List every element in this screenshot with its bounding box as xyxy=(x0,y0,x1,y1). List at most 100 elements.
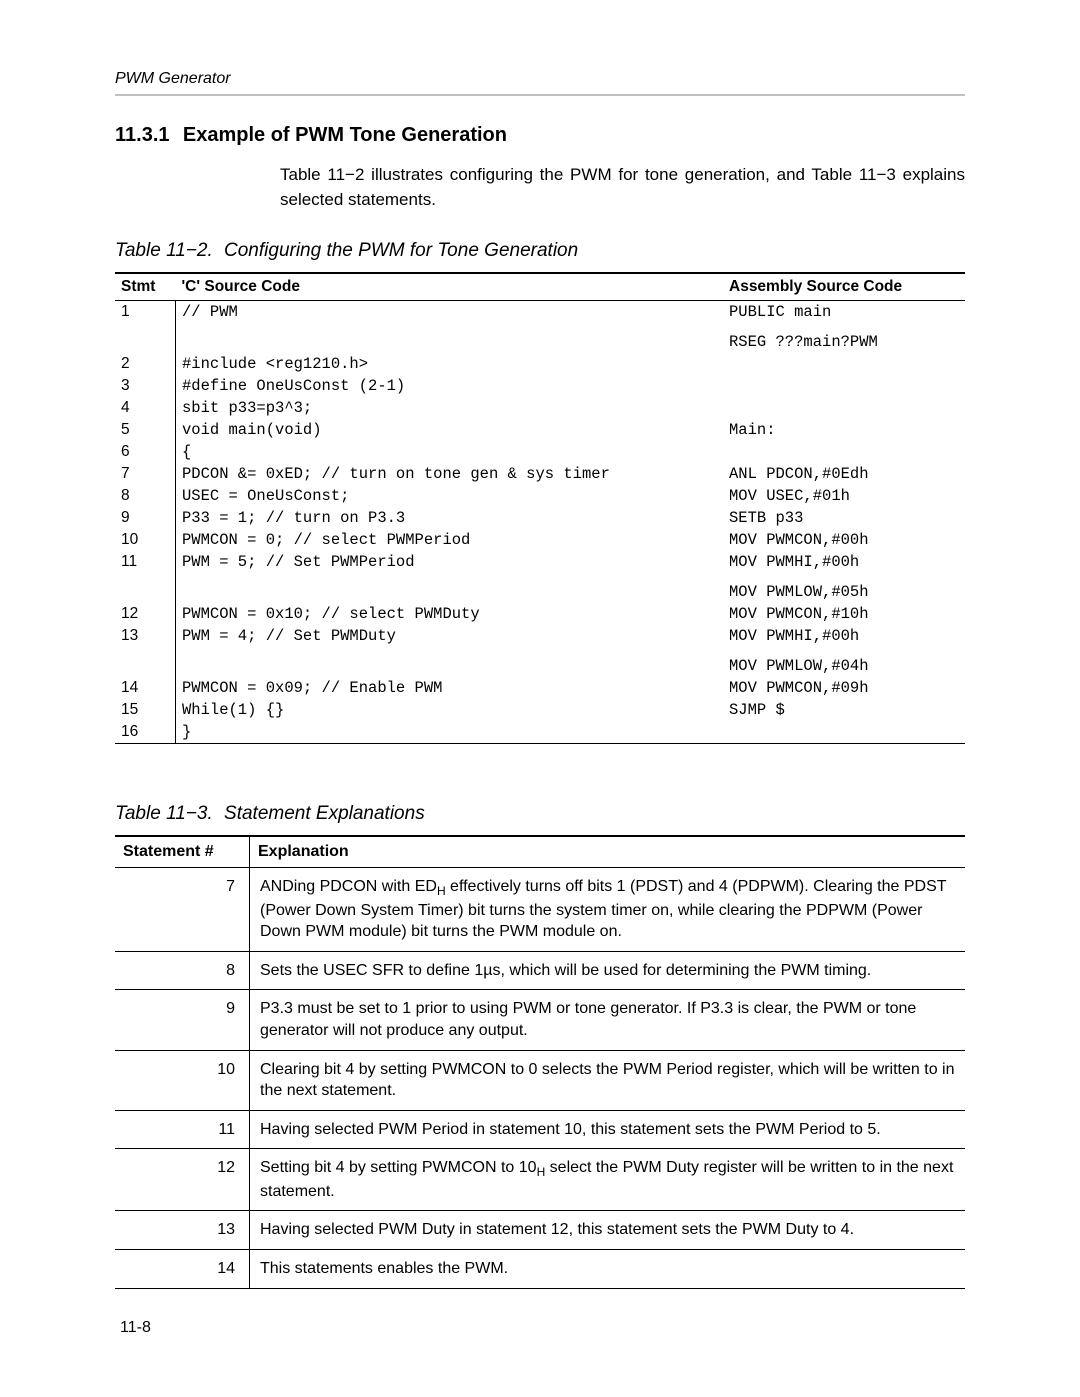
code-stmt: 15 xyxy=(115,699,176,721)
code-c-source: PWM = 4; // Set PWMDuty xyxy=(176,625,724,647)
explanation-text: Sets the USEC SFR to define 1µs, which w… xyxy=(250,951,966,990)
code-c-source: USEC = OneUsConst; xyxy=(176,485,724,507)
page-number: 11-8 xyxy=(120,1319,151,1337)
code-c-source: PWMCON = 0x10; // select PWMDuty xyxy=(176,603,724,625)
code-row: 13PWM = 4; // Set PWMDutyMOV PWMHI,#00h xyxy=(115,625,965,647)
code-assembly xyxy=(723,353,965,375)
code-stmt: 6 xyxy=(115,441,176,463)
section-number: 11.3.1 xyxy=(115,124,170,146)
code-row: 7PDCON &= 0xED; // turn on tone gen & sy… xyxy=(115,463,965,485)
explanation-number: 10 xyxy=(115,1050,250,1110)
code-row: 9P33 = 1; // turn on P3.3SETB p33 xyxy=(115,507,965,529)
explanation-row: 12Setting bit 4 by setting PWMCON to 10H… xyxy=(115,1149,965,1211)
explanation-text: ANDing PDCON with EDH effectively turns … xyxy=(250,868,966,952)
code-stmt: 9 xyxy=(115,507,176,529)
exp-header-exp: Explanation xyxy=(250,836,966,868)
code-stmt: 4 xyxy=(115,397,176,419)
code-row: 6{ xyxy=(115,441,965,463)
gap xyxy=(115,744,965,799)
code-assembly: MOV PWMCON,#10h xyxy=(723,603,965,625)
exp-header-num: Statement # xyxy=(115,836,250,868)
code-assembly xyxy=(723,397,965,419)
code-assembly: Main: xyxy=(723,419,965,441)
code-c-source: void main(void) xyxy=(176,419,724,441)
code-assembly: MOV PWMLOW,#04h xyxy=(723,647,965,677)
exp-table-caption: Table 11−3. Statement Explanations xyxy=(115,803,965,825)
explanation-text: This statements enables the PWM. xyxy=(250,1249,966,1288)
code-assembly: MOV PWMLOW,#05h xyxy=(723,573,965,603)
explanation-number: 14 xyxy=(115,1249,250,1288)
code-row: 2#include <reg1210.h> xyxy=(115,353,965,375)
code-c-source: PDCON &= 0xED; // turn on tone gen & sys… xyxy=(176,463,724,485)
explanation-row: 10Clearing bit 4 by setting PWMCON to 0 … xyxy=(115,1050,965,1110)
code-assembly: MOV USEC,#01h xyxy=(723,485,965,507)
explanation-row: 13Having selected PWM Duty in statement … xyxy=(115,1211,965,1250)
code-header-asm: Assembly Source Code xyxy=(723,273,965,301)
explanation-row: 11Having selected PWM Period in statemen… xyxy=(115,1110,965,1149)
code-stmt xyxy=(115,647,176,677)
code-stmt: 7 xyxy=(115,463,176,485)
code-c-source: P33 = 1; // turn on P3.3 xyxy=(176,507,724,529)
code-c-source: } xyxy=(176,721,724,744)
code-stmt: 8 xyxy=(115,485,176,507)
code-stmt: 12 xyxy=(115,603,176,625)
explanation-number: 12 xyxy=(115,1149,250,1211)
code-c-source: { xyxy=(176,441,724,463)
code-c-source: PWM = 5; // Set PWMPeriod xyxy=(176,551,724,573)
code-header-c: 'C' Source Code xyxy=(176,273,724,301)
explanation-row: 8Sets the USEC SFR to define 1µs, which … xyxy=(115,951,965,990)
code-assembly: SJMP $ xyxy=(723,699,965,721)
explanation-text: Setting bit 4 by setting PWMCON to 10H s… xyxy=(250,1149,966,1211)
explanation-number: 13 xyxy=(115,1211,250,1250)
code-stmt: 11 xyxy=(115,551,176,573)
code-stmt: 5 xyxy=(115,419,176,441)
code-assembly: RSEG ???main?PWM xyxy=(723,323,965,353)
explanation-row: 14This statements enables the PWM. xyxy=(115,1249,965,1288)
code-c-source: sbit p33=p3^3; xyxy=(176,397,724,419)
code-stmt xyxy=(115,573,176,603)
document-page: PWM Generator 11.3.1 Example of PWM Tone… xyxy=(0,0,1080,1397)
code-c-source: // PWM xyxy=(176,301,724,324)
code-c-source: PWMCON = 0x09; // Enable PWM xyxy=(176,677,724,699)
code-row: 15While(1) {}SJMP $ xyxy=(115,699,965,721)
explanation-number: 11 xyxy=(115,1110,250,1149)
section-heading: 11.3.1 Example of PWM Tone Generation xyxy=(115,124,965,147)
code-row: 10PWMCON = 0; // select PWMPeriodMOV PWM… xyxy=(115,529,965,551)
code-c-source xyxy=(176,573,724,603)
code-assembly: MOV PWMCON,#09h xyxy=(723,677,965,699)
explanation-text: Clearing bit 4 by setting PWMCON to 0 se… xyxy=(250,1050,966,1110)
code-stmt: 2 xyxy=(115,353,176,375)
code-stmt: 16 xyxy=(115,721,176,744)
explanation-text: Having selected PWM Period in statement … xyxy=(250,1110,966,1149)
code-assembly xyxy=(723,375,965,397)
code-row: 1// PWMPUBLIC main xyxy=(115,301,965,324)
code-table: Stmt 'C' Source Code Assembly Source Cod… xyxy=(115,272,965,744)
explanation-number: 8 xyxy=(115,951,250,990)
code-assembly xyxy=(723,721,965,744)
code-assembly: SETB p33 xyxy=(723,507,965,529)
code-row: 8USEC = OneUsConst;MOV USEC,#01h xyxy=(115,485,965,507)
code-assembly: ANL PDCON,#0Edh xyxy=(723,463,965,485)
code-assembly: PUBLIC main xyxy=(723,301,965,324)
running-head: PWM Generator xyxy=(115,70,965,96)
exp-table-caption-title: Statement Explanations xyxy=(224,803,425,824)
code-c-source: While(1) {} xyxy=(176,699,724,721)
code-c-source: PWMCON = 0; // select PWMPeriod xyxy=(176,529,724,551)
code-assembly xyxy=(723,441,965,463)
explanation-table: Statement # Explanation 7ANDing PDCON wi… xyxy=(115,835,965,1288)
explanation-text: Having selected PWM Duty in statement 12… xyxy=(250,1211,966,1250)
code-header-stmt: Stmt xyxy=(115,273,176,301)
code-row: MOV PWMLOW,#05h xyxy=(115,573,965,603)
explanation-text: P3.3 must be set to 1 prior to using PWM… xyxy=(250,990,966,1050)
code-row: 14PWMCON = 0x09; // Enable PWMMOV PWMCON… xyxy=(115,677,965,699)
explanation-number: 9 xyxy=(115,990,250,1050)
code-row: 4sbit p33=p3^3; xyxy=(115,397,965,419)
code-row: 3#define OneUsConst (2-1) xyxy=(115,375,965,397)
code-assembly: MOV PWMHI,#00h xyxy=(723,625,965,647)
code-stmt: 1 xyxy=(115,301,176,324)
explanation-number: 7 xyxy=(115,868,250,952)
code-table-caption: Table 11−2. Configuring the PWM for Tone… xyxy=(115,240,965,262)
code-row: 5void main(void)Main: xyxy=(115,419,965,441)
explanation-row: 9P3.3 must be set to 1 prior to using PW… xyxy=(115,990,965,1050)
code-row: MOV PWMLOW,#04h xyxy=(115,647,965,677)
